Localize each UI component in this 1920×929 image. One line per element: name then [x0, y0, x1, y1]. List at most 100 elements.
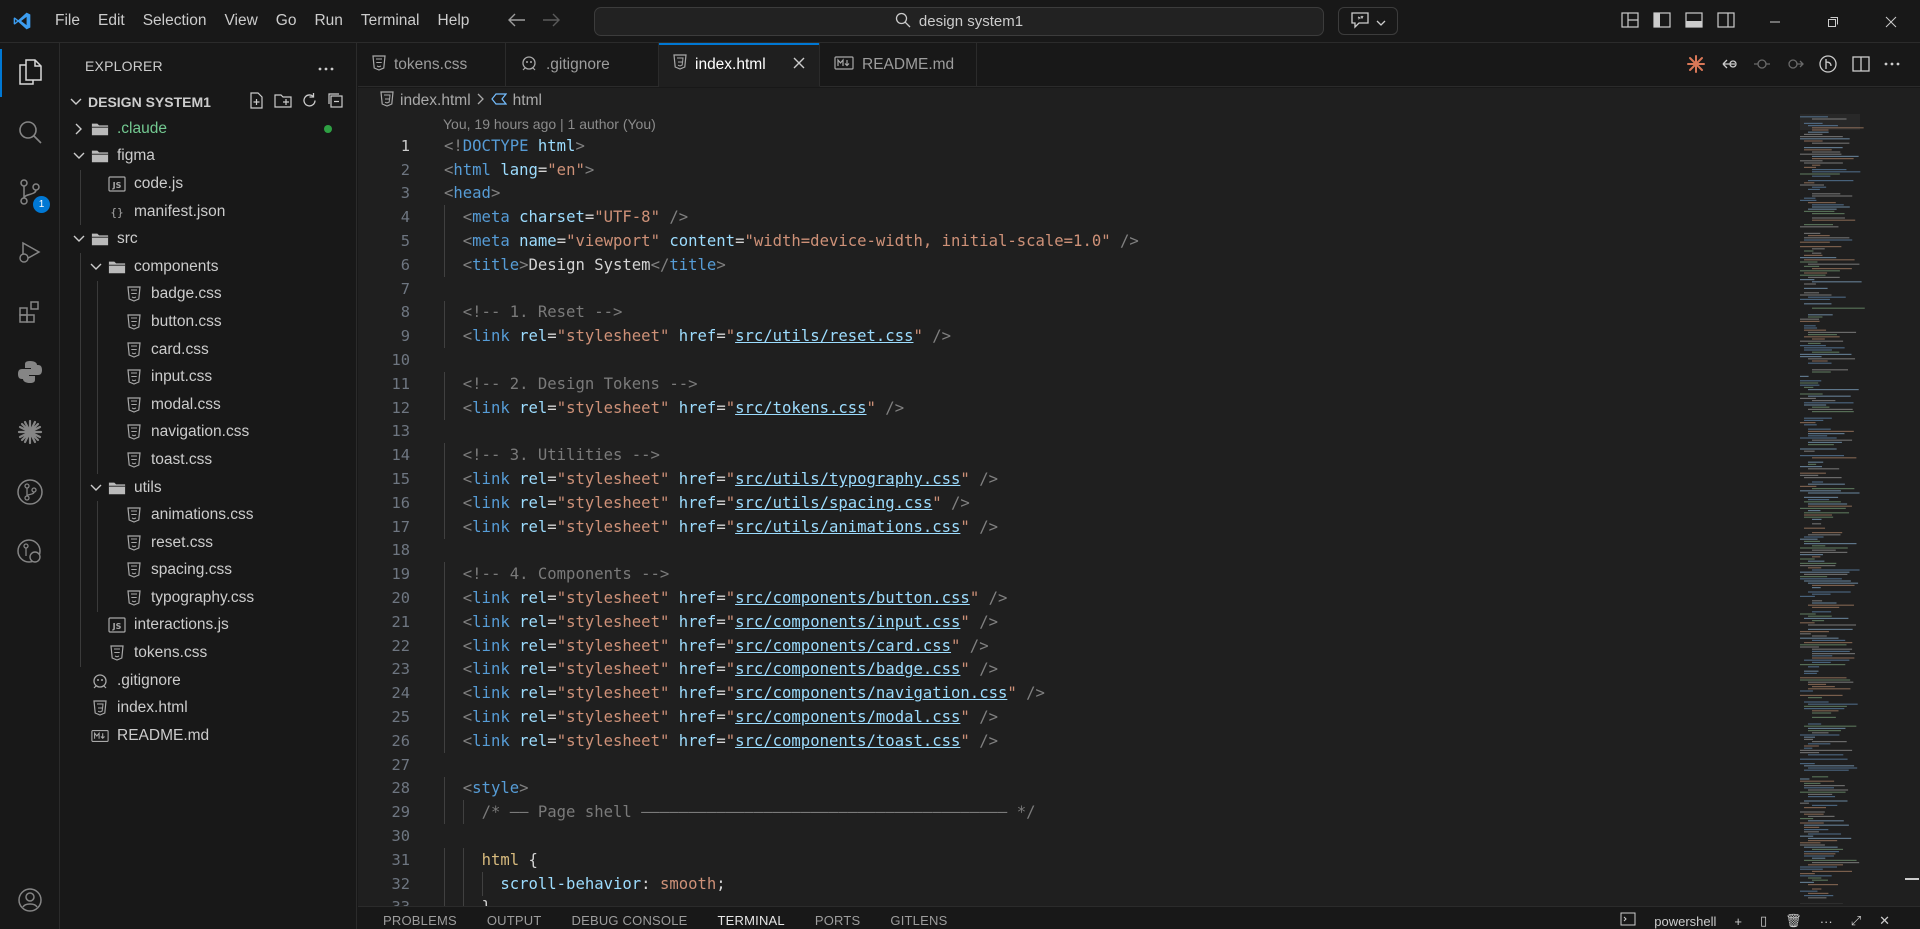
gitlens-blame-icon[interactable]	[1818, 54, 1838, 77]
restore-icon[interactable]	[1804, 0, 1862, 43]
code-line[interactable]: 27	[358, 753, 1758, 777]
new-file-icon[interactable]	[248, 91, 265, 112]
panel-tab-output[interactable]: OUTPUT	[487, 911, 542, 929]
kill-terminal-icon[interactable]: 🗑	[1785, 913, 1802, 929]
code-line[interactable]: 33 }	[358, 895, 1758, 906]
tree-file[interactable]: JS code.js	[61, 170, 356, 198]
tree-file[interactable]: button.css	[61, 308, 356, 336]
tree-file[interactable]: navigation.css	[61, 418, 356, 447]
more-actions-icon[interactable]	[318, 58, 334, 74]
code-line[interactable]: 23 <link rel="stylesheet" href="src/comp…	[358, 657, 1758, 682]
menu-help[interactable]: Help	[429, 8, 479, 34]
code-line[interactable]: 15 <link rel="stylesheet" href="src/util…	[358, 467, 1758, 491]
code-line[interactable]: 24 <link rel="stylesheet" href="src/comp…	[358, 681, 1758, 706]
go-back-icon[interactable]	[508, 13, 526, 30]
refresh-icon[interactable]	[301, 92, 318, 112]
tree-folder[interactable]: components	[61, 252, 356, 281]
tree-file[interactable]: toast.css	[61, 446, 356, 474]
source-control-activity[interactable]: 1	[0, 163, 60, 223]
tree-file[interactable]: badge.css	[61, 280, 356, 309]
command-center-search[interactable]: design system1	[594, 7, 1324, 36]
tree-folder[interactable]: utils	[61, 473, 356, 502]
tree-file[interactable]: index.html	[61, 694, 356, 722]
panel-tab-debug-console[interactable]: DEBUG CONSOLE	[572, 911, 688, 929]
code-lines[interactable]: 1 <!DOCTYPE html> 2 <html lang="en"> 3 <head>…	[358, 134, 1758, 906]
code-line[interactable]: 7	[358, 277, 1758, 301]
add-terminal-icon[interactable]: +	[1734, 914, 1742, 929]
code-line[interactable]: 20 <link rel="stylesheet" href="src/comp…	[358, 586, 1758, 610]
code-line[interactable]: 21 <link rel="stylesheet" href="src/comp…	[358, 609, 1758, 634]
code-line[interactable]: 17 <link rel="stylesheet" href="src/util…	[358, 514, 1758, 539]
gitlens-inspect-activity[interactable]	[0, 523, 60, 583]
tree-file[interactable]: card.css	[61, 335, 356, 364]
claude-code-icon[interactable]	[1686, 54, 1706, 77]
tree-file[interactable]: animations.css	[61, 501, 356, 529]
tree-file[interactable]: JS interactions.js	[61, 611, 356, 640]
maximize-panel-icon[interactable]: ⤢	[1851, 913, 1861, 929]
more-actions-icon[interactable]	[1884, 54, 1900, 77]
go-forward-icon[interactable]	[542, 13, 561, 30]
panel-tab-ports[interactable]: PORTS	[815, 911, 861, 929]
collapse-all-icon[interactable]	[327, 92, 344, 112]
close-icon[interactable]	[793, 56, 805, 74]
menu-terminal[interactable]: Terminal	[352, 8, 429, 34]
code-line[interactable]: 31 html {	[358, 847, 1758, 872]
previous-change-icon[interactable]	[1752, 54, 1772, 77]
tree-file[interactable]: typography.css	[61, 584, 356, 612]
code-line[interactable]: 13	[358, 420, 1758, 444]
code-editor[interactable]: You, 19 hours ago | 1 author (You) 1 <!DO…	[358, 114, 1920, 906]
code-line[interactable]: 4 <meta charset="UTF-8" />	[358, 205, 1758, 230]
tab-readmemd[interactable]: README.md	[820, 43, 977, 87]
menu-run[interactable]: Run	[305, 8, 351, 34]
code-line[interactable]: 11 <!-- 2. Design Tokens -->	[358, 371, 1758, 396]
gitlens-activity[interactable]	[0, 463, 60, 523]
code-line[interactable]: 22 <link rel="stylesheet" href="src/comp…	[358, 633, 1758, 658]
code-line[interactable]: 5 <meta name="viewport" content="width=d…	[358, 229, 1758, 253]
extensions-activity[interactable]	[0, 283, 60, 343]
tree-folder[interactable]: src	[61, 225, 356, 253]
minimap[interactable]	[1790, 114, 1890, 904]
code-line[interactable]: 6 <title>Design System</title>	[358, 252, 1758, 277]
panel-tab-terminal[interactable]: TERMINAL	[718, 911, 785, 929]
code-line[interactable]: 8 <!-- 1. Reset -->	[358, 300, 1758, 325]
code-line[interactable]: 25 <link rel="stylesheet" href="src/comp…	[358, 705, 1758, 729]
tab-indexhtml[interactable]: index.html	[659, 43, 820, 87]
code-line[interactable]: 18	[358, 539, 1758, 563]
workspace-folder-header[interactable]: DESIGN SYSTEM1	[61, 88, 356, 115]
code-line[interactable]: 30	[358, 824, 1758, 848]
tree-file[interactable]: modal.css	[61, 390, 356, 419]
accounts-activity[interactable]	[0, 874, 60, 929]
code-line[interactable]: 12 <link rel="stylesheet" href="src/toke…	[358, 395, 1758, 420]
panel-tab-gitlens[interactable]: GITLENS	[890, 911, 947, 929]
split-terminal-icon[interactable]: ▯	[1760, 913, 1767, 929]
code-line[interactable]: 1 <!DOCTYPE html>	[358, 134, 1758, 158]
editor-scrollbar[interactable]	[1905, 114, 1919, 906]
code-line[interactable]: 3 <head>	[358, 182, 1758, 206]
toggle-panel-icon[interactable]	[1684, 10, 1704, 33]
code-line[interactable]: 19 <!-- 4. Components -->	[358, 562, 1758, 587]
python-activity[interactable]	[0, 343, 60, 403]
code-line[interactable]: 16 <link rel="stylesheet" href="src/util…	[358, 490, 1758, 515]
run-debug-activity[interactable]	[0, 223, 60, 283]
tree-file[interactable]: tokens.css	[61, 639, 356, 667]
open-changes-icon[interactable]	[1719, 54, 1739, 77]
toggle-primary-sidebar-icon[interactable]	[1652, 10, 1672, 33]
explorer-activity[interactable]	[0, 43, 60, 103]
tree-folder[interactable]: figma	[61, 143, 356, 171]
breadcrumb-file[interactable]: index.html	[400, 92, 471, 110]
toggle-secondary-sidebar-icon[interactable]	[1716, 10, 1736, 33]
split-editor-icon[interactable]	[1851, 54, 1871, 77]
tab-gitignore[interactable]: .gitignore	[506, 43, 659, 87]
menu-file[interactable]: File	[46, 8, 89, 34]
tree-file[interactable]: README.md	[61, 722, 356, 750]
customize-layout-icon[interactable]	[1620, 10, 1640, 33]
breadcrumb-symbol[interactable]: html	[513, 92, 542, 110]
tab-tokenscss[interactable]: tokens.css	[358, 43, 506, 87]
more-actions-icon[interactable]: ···	[1820, 914, 1833, 929]
close-panel-icon[interactable]: ✕	[1879, 913, 1890, 929]
menu-go[interactable]: Go	[267, 8, 306, 34]
next-change-icon[interactable]	[1785, 54, 1805, 77]
gitlens-codelens-blame[interactable]: You, 19 hours ago | 1 author (You)	[443, 116, 656, 132]
menu-selection[interactable]: Selection	[134, 8, 216, 34]
code-line[interactable]: 10	[358, 348, 1758, 372]
